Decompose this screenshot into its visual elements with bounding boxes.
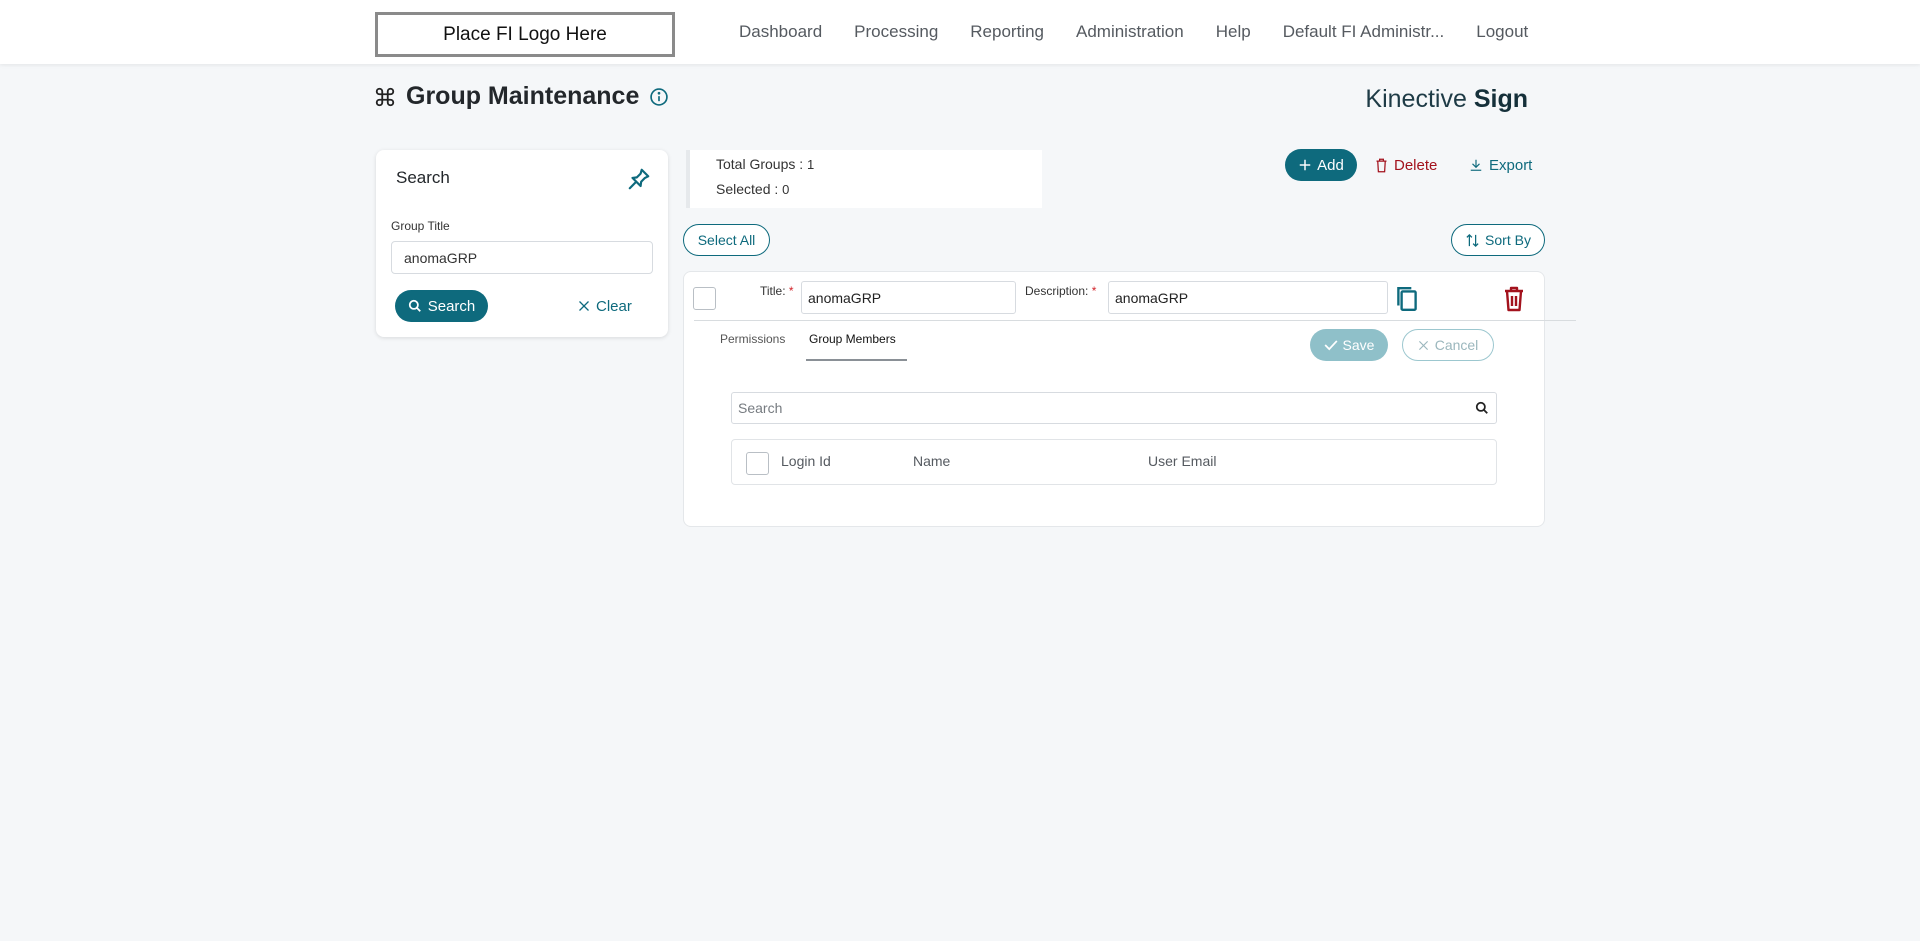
export-button-label: Export bbox=[1489, 156, 1533, 174]
export-button[interactable]: Export bbox=[1469, 149, 1532, 181]
totals-summary: Total Groups : 1 Selected : 0 bbox=[686, 150, 1042, 208]
total-groups-value: 1 bbox=[807, 157, 815, 172]
page-header: Group Maintenance bbox=[374, 82, 669, 111]
search-icon bbox=[408, 299, 421, 312]
close-icon bbox=[1418, 340, 1428, 350]
download-icon bbox=[1470, 159, 1482, 171]
top-navigation-bar: Place FI Logo Here Dashboard Processing … bbox=[0, 0, 1920, 64]
delete-button[interactable]: Delete bbox=[1375, 149, 1437, 181]
sort-by-label: Sort By bbox=[1485, 232, 1531, 248]
total-groups-label: Total Groups : bbox=[716, 156, 804, 172]
command-icon bbox=[375, 87, 395, 106]
nav-administration[interactable]: Administration bbox=[1076, 22, 1184, 42]
nav-logout[interactable]: Logout bbox=[1476, 22, 1528, 42]
info-icon[interactable] bbox=[649, 87, 669, 107]
title-label-text: Title: bbox=[760, 284, 786, 298]
plus-icon bbox=[1299, 159, 1311, 171]
description-label-text: Description: bbox=[1025, 284, 1089, 298]
search-button[interactable]: Search bbox=[395, 290, 488, 322]
add-button[interactable]: Add bbox=[1285, 149, 1357, 181]
tab-group-members[interactable]: Group Members bbox=[809, 332, 896, 346]
column-name[interactable]: Name bbox=[913, 453, 950, 469]
clear-button[interactable]: Clear bbox=[578, 290, 632, 322]
delete-group-icon[interactable] bbox=[1501, 285, 1527, 313]
close-icon bbox=[579, 301, 589, 311]
member-search-input[interactable] bbox=[731, 392, 1497, 424]
brand-logo: Kinective Sign bbox=[1365, 85, 1528, 114]
clear-button-label: Clear bbox=[596, 297, 632, 315]
main-nav: Dashboard Processing Reporting Administr… bbox=[739, 0, 1528, 64]
active-tab-indicator bbox=[806, 359, 907, 361]
trash-icon bbox=[1376, 158, 1387, 172]
cancel-button[interactable]: Cancel bbox=[1402, 329, 1494, 361]
search-panel: Search Group Title Search Clear bbox=[376, 150, 668, 337]
group-description-input[interactable] bbox=[1108, 281, 1388, 314]
select-all-button[interactable]: Select All bbox=[683, 224, 770, 256]
brand-light: Kinective bbox=[1365, 85, 1467, 113]
selected-label: Selected : bbox=[716, 181, 779, 197]
total-groups: Total Groups : 1 bbox=[716, 156, 814, 172]
selected-value: 0 bbox=[782, 182, 790, 197]
column-login-id[interactable]: Login Id bbox=[781, 453, 831, 469]
page-title: Group Maintenance bbox=[406, 82, 640, 110]
selected-count: Selected : 0 bbox=[716, 181, 789, 197]
column-user-email[interactable]: User Email bbox=[1148, 453, 1216, 469]
nav-processing[interactable]: Processing bbox=[854, 22, 938, 42]
pin-icon[interactable] bbox=[626, 166, 652, 192]
fi-logo-placeholder[interactable]: Place FI Logo Here bbox=[375, 12, 675, 57]
members-table-header: Login Id Name User Email bbox=[731, 439, 1497, 485]
description-label: Description: * bbox=[1025, 284, 1096, 298]
sort-icon bbox=[1466, 233, 1479, 247]
group-title-label: Group Title bbox=[391, 219, 450, 233]
group-title-input[interactable] bbox=[801, 281, 1016, 314]
nav-dashboard[interactable]: Dashboard bbox=[739, 22, 822, 42]
group-title-search-input[interactable] bbox=[391, 241, 653, 274]
check-icon bbox=[1324, 340, 1338, 351]
nav-user-menu[interactable]: Default FI Administr... bbox=[1283, 22, 1445, 42]
card-divider bbox=[694, 320, 1576, 321]
select-all-members-checkbox[interactable] bbox=[746, 452, 769, 475]
copy-icon[interactable] bbox=[1394, 285, 1420, 313]
required-mark: * bbox=[788, 284, 794, 298]
group-card: Title: * Description: * Permissions Grou… bbox=[683, 271, 1576, 527]
search-button-label: Search bbox=[427, 297, 476, 315]
brand-bold: Sign bbox=[1473, 85, 1528, 113]
search-icon[interactable] bbox=[1475, 401, 1489, 415]
add-button-label: Add bbox=[1317, 156, 1344, 174]
delete-button-label: Delete bbox=[1394, 156, 1438, 174]
group-row-checkbox[interactable] bbox=[693, 287, 716, 310]
sort-by-button[interactable]: Sort By bbox=[1451, 224, 1545, 256]
required-mark: * bbox=[1091, 284, 1097, 298]
save-button[interactable]: Save bbox=[1310, 329, 1388, 361]
cancel-button-label: Cancel bbox=[1434, 337, 1479, 353]
search-panel-title: Search bbox=[396, 168, 450, 187]
title-label: Title: * bbox=[760, 284, 794, 298]
tab-permissions[interactable]: Permissions bbox=[720, 332, 785, 346]
nav-help[interactable]: Help bbox=[1216, 22, 1251, 42]
save-button-label: Save bbox=[1342, 337, 1375, 353]
nav-reporting[interactable]: Reporting bbox=[970, 22, 1044, 42]
